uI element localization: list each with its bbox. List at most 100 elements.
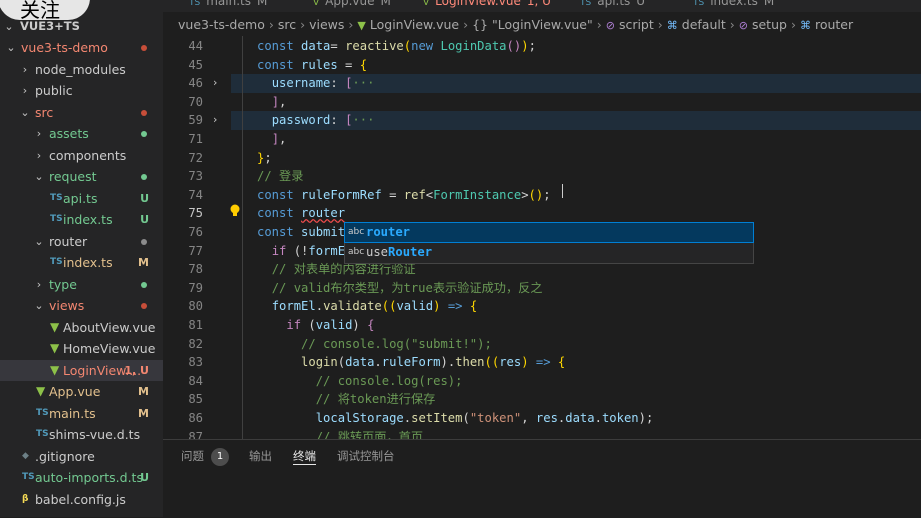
code-line[interactable]: 82 // console.log("submit!"); <box>163 335 921 354</box>
tab-1[interactable]: V App.vue M <box>313 0 391 11</box>
autocomplete-popup[interactable]: abc router abc useRouter <box>344 222 754 264</box>
code-line[interactable]: 73 // 登录 <box>163 167 921 186</box>
tree-item[interactable]: ⌄ router <box>0 231 163 252</box>
tab-4[interactable]: TS index.ts M <box>693 0 774 11</box>
code-line[interactable]: 80 formEl.validate((valid) => { <box>163 297 921 316</box>
tree-item[interactable]: β babel.config.js <box>0 489 163 510</box>
tree-item[interactable]: › type <box>0 274 163 295</box>
code-token: { <box>469 299 478 314</box>
code-line[interactable]: 81 if (valid) { <box>163 316 921 335</box>
code-text: const rules = { <box>257 56 367 75</box>
code-line[interactable]: 59 › password: [··· <box>163 111 921 130</box>
tab-label: LoginView.vue <box>435 0 521 8</box>
tab-2[interactable]: V LoginView.vue 1, U <box>423 0 551 11</box>
tab-debug-console[interactable]: 调试控制台 <box>337 448 395 464</box>
follow-text[interactable]: 关注 <box>20 0 60 23</box>
code-line[interactable]: 71 ], <box>163 130 921 149</box>
tab-terminal[interactable]: 终端 <box>293 448 316 465</box>
tree-item[interactable]: ⌄ request <box>0 166 163 187</box>
breadcrumb-item[interactable]: LoginView.vue <box>370 17 459 32</box>
breadcrumb-item[interactable]: default <box>682 17 726 32</box>
tree-item[interactable]: TS shims-vue.d.ts <box>0 424 163 445</box>
tree-item-label: src <box>35 104 54 120</box>
code-line[interactable]: 87 // 跳转页面，首页 <box>163 428 921 439</box>
tab-0[interactable]: TS main.ts M <box>189 0 267 11</box>
tree-item-label: main.ts <box>49 405 96 421</box>
breadcrumb-item[interactable]: script <box>619 17 654 32</box>
tab-badge: M <box>380 0 391 8</box>
code-token: ( <box>293 243 302 258</box>
tree-item[interactable]: ▼ HomeView.vue <box>0 338 163 359</box>
tree-item[interactable]: › assets <box>0 123 163 144</box>
tree-item[interactable]: TS index.ts M <box>0 252 163 273</box>
fold-chevron-icon[interactable]: › <box>213 74 217 93</box>
tree-item[interactable]: › components <box>0 145 163 166</box>
tree-item[interactable]: ⌄ src <box>0 102 163 123</box>
breadcrumb-item[interactable]: router <box>815 17 853 32</box>
code-line[interactable]: 83 login(data.ruleForm).then((res) => { <box>163 353 921 372</box>
tree-item[interactable]: › node_modules <box>0 59 163 80</box>
vue-file-icon: V <box>313 0 320 8</box>
line-number: 81 <box>188 318 203 332</box>
breadcrumb-item[interactable]: src <box>278 17 296 32</box>
tree-item[interactable]: ⌄ views <box>0 295 163 316</box>
code-line[interactable]: 79 // valid布尔类型，为true表示验证成功，反之 <box>163 279 921 298</box>
code-token: FormInstance <box>433 187 522 202</box>
ts-file-icon: TS <box>50 214 63 224</box>
tree-item[interactable]: TS main.ts M <box>0 403 163 424</box>
code-token: // 登录 <box>257 169 304 184</box>
tree-item[interactable]: ⌄ vue3-ts-demo <box>0 37 163 58</box>
chevron-right-icon: › <box>36 127 42 140</box>
suggestion-prefix: use <box>366 245 389 259</box>
git-status-dot <box>141 131 147 137</box>
tab-label: main.ts <box>206 0 251 8</box>
tree-item[interactable]: ▼ LoginView.... 1, U <box>0 359 163 381</box>
tree-item[interactable]: TS api.ts U <box>0 188 163 209</box>
tree-item[interactable]: TS index.ts U <box>0 209 163 230</box>
code-token: const <box>257 225 302 239</box>
tree-item[interactable]: ◆ .gitignore <box>0 446 163 467</box>
chevron-down-icon: ⌄ <box>34 299 44 312</box>
code-line[interactable]: 75 const router <box>163 204 921 223</box>
code-line[interactable]: 72}; <box>163 149 921 168</box>
breadcrumb-item[interactable]: setup <box>752 17 787 32</box>
code-line[interactable]: 74 const ruleFormRef = ref<FormInstance>(… <box>163 186 921 205</box>
tab-output[interactable]: 输出 <box>249 448 272 464</box>
code-line[interactable]: 84 // console.log(res); <box>163 372 921 391</box>
tree-item-label: vue3-ts-demo <box>21 40 108 55</box>
suggestion-item[interactable]: abc router <box>344 222 754 243</box>
tree-item[interactable]: ▼ App.vue M <box>0 381 163 402</box>
tree-item-label: request <box>49 169 97 184</box>
code-line[interactable]: 46 › username: [··· <box>163 74 921 93</box>
suggestion-item[interactable]: abc useRouter <box>345 243 753 262</box>
code-token: const <box>257 206 302 221</box>
lightbulb-icon[interactable] <box>229 204 241 218</box>
tree-item[interactable]: TS auto-imports.d.ts U <box>0 467 163 488</box>
git-status-badge: M <box>138 406 149 420</box>
tab-problems[interactable]: 问题 <box>181 448 204 464</box>
code-line[interactable]: 45 const rules = { <box>163 56 921 75</box>
fold-chevron-icon[interactable]: › <box>213 111 217 130</box>
line-number: 71 <box>188 132 203 146</box>
tree-item-label: index.ts <box>63 255 113 270</box>
code-line[interactable]: 44 const data= reactive(new LoginData()); <box>163 37 921 56</box>
code-line[interactable]: 86 localStorage.setItem("token", res.dat… <box>163 409 921 428</box>
tree-item[interactable]: ▼ AboutView.vue <box>0 317 163 338</box>
breadcrumb-item[interactable]: {} "LoginView.vue" <box>472 17 593 32</box>
breadcrumb-item[interactable]: vue3-ts-demo <box>178 17 265 32</box>
tab-3[interactable]: TS api.ts U <box>580 0 645 11</box>
chevron-right-icon: › <box>596 17 602 32</box>
breadcrumb-item[interactable]: views <box>309 17 344 32</box>
code-token: "token" <box>469 411 522 425</box>
code-line[interactable]: 70 ], <box>163 93 921 112</box>
code-token: rules <box>301 57 338 72</box>
ts-file-icon: TS <box>693 0 705 8</box>
code-token: formE <box>308 243 346 258</box>
code-token: token <box>601 411 639 425</box>
tree-item[interactable]: › public <box>0 80 163 101</box>
code-line[interactable]: 85 // 将token进行保存 <box>163 390 921 409</box>
